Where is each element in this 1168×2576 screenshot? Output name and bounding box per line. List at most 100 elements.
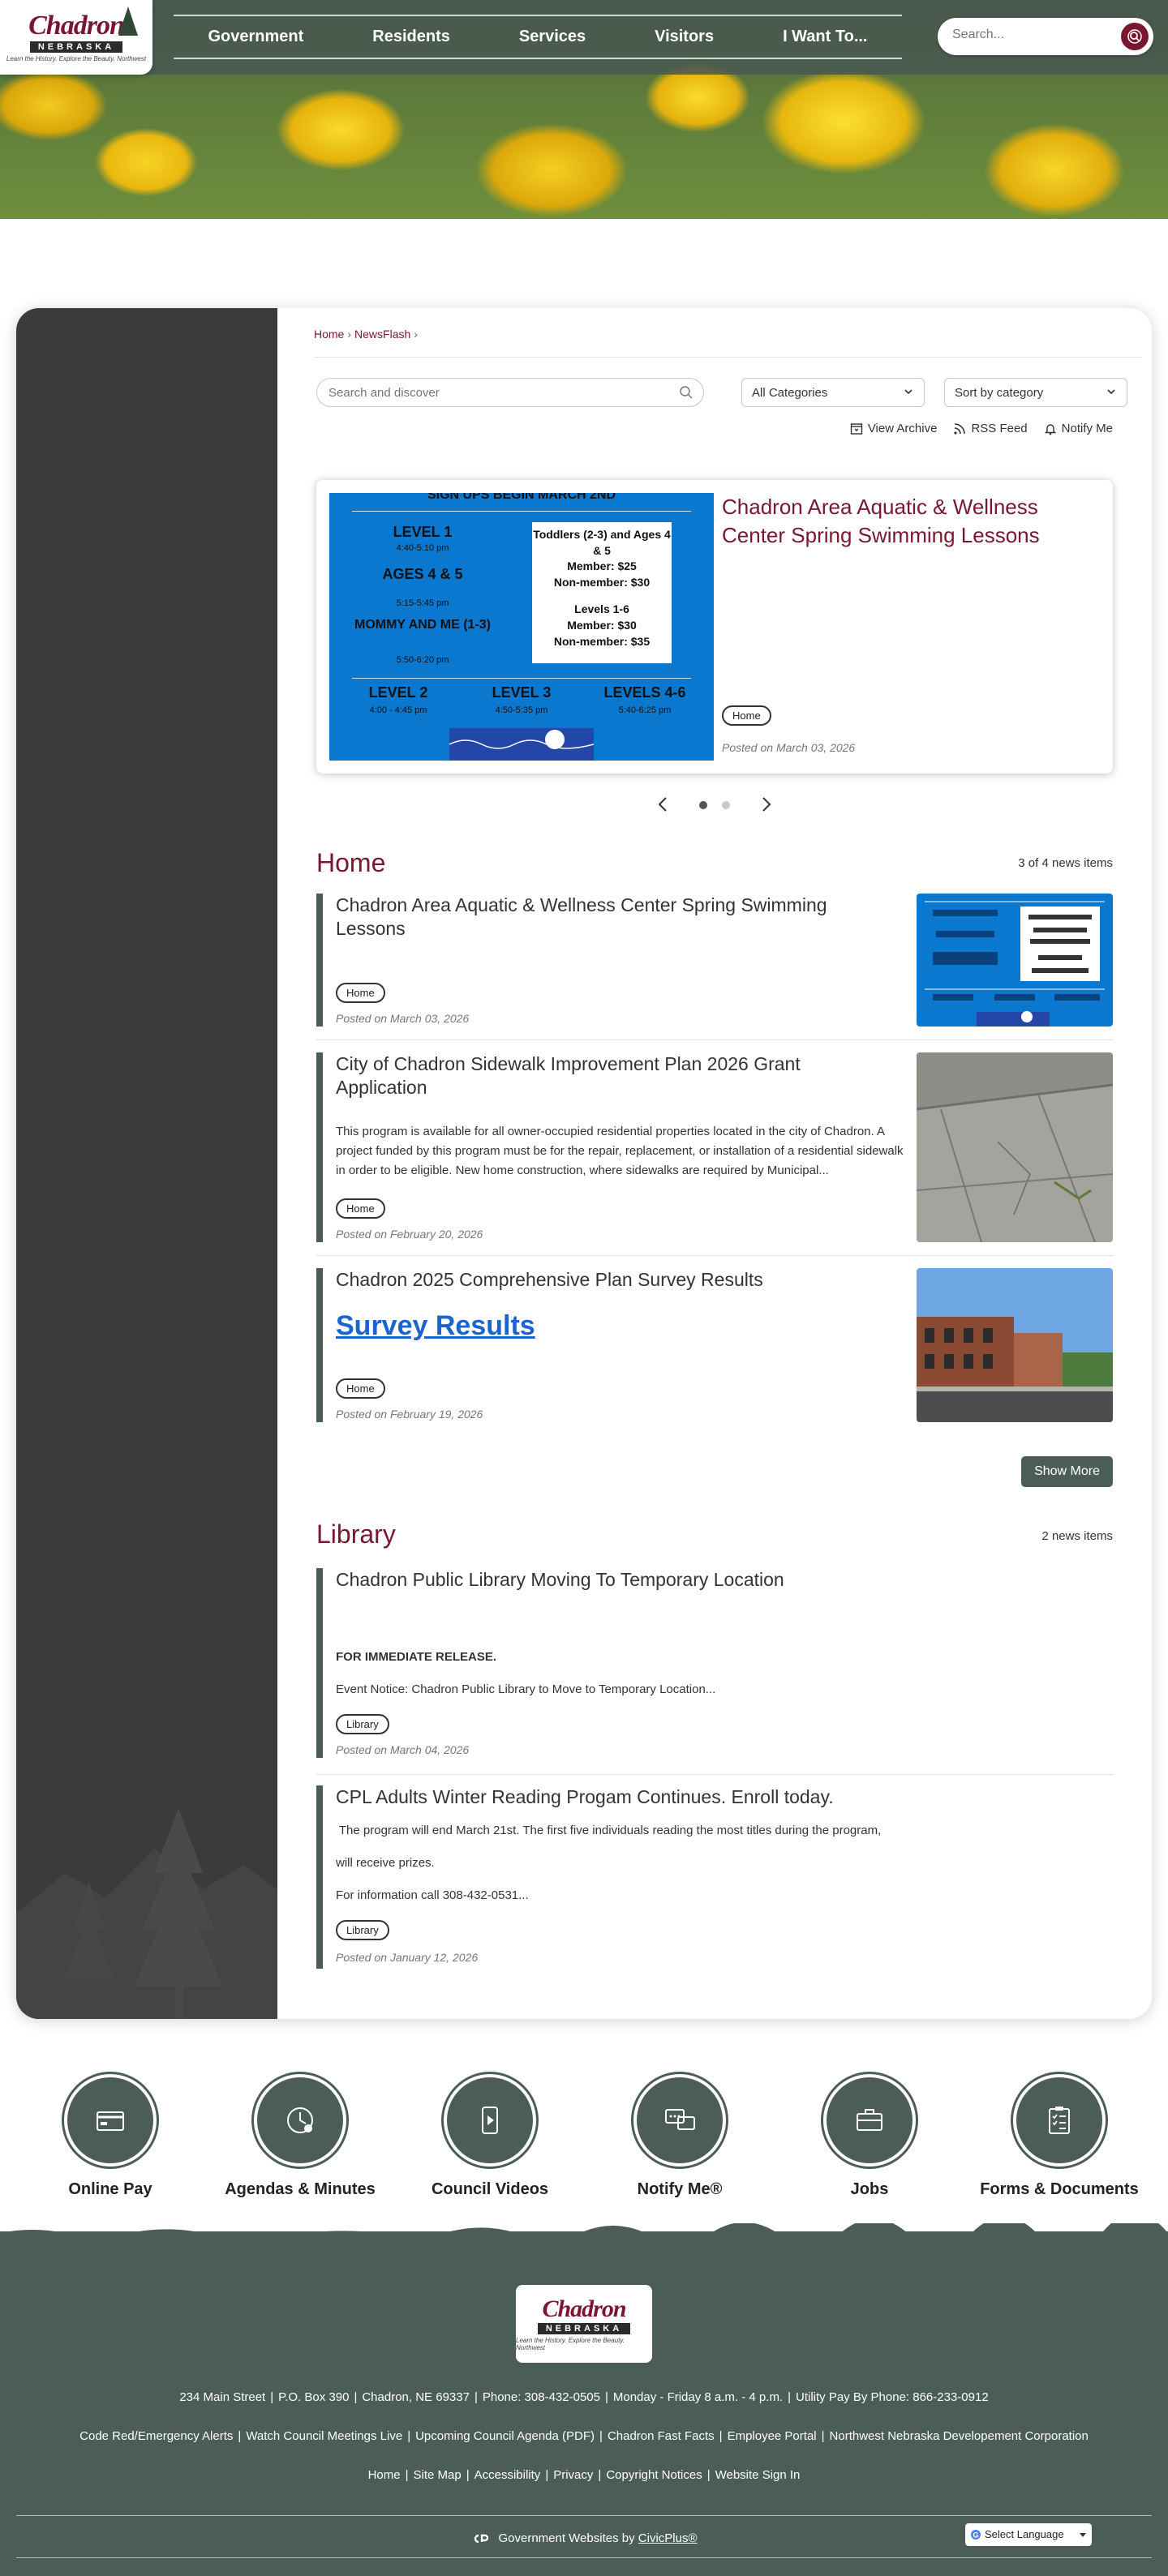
footer-link-code-red[interactable]: Code Red/Emergency Alerts [79, 2429, 233, 2443]
poster-box-a-non: Non-member: $30 [553, 575, 651, 589]
main-nav: Government Residents Services Visitors I… [174, 15, 902, 59]
news-item-title[interactable]: Chadron 2025 Comprehensive Plan Survey R… [336, 1268, 887, 1292]
quick-link-ring [251, 2072, 349, 2169]
rss-feed-link[interactable]: RSS Feed [953, 422, 1028, 435]
swim-lessons-poster-thumb [925, 901, 1105, 1027]
footer-link-nndc[interactable]: Northwest Nebraska Developement Corporat… [830, 2429, 1089, 2443]
news-item-title[interactable]: Chadron Public Library Moving To Tempora… [336, 1568, 1066, 1592]
news-item-line: Event Notice: Chadron Public Library to … [336, 1682, 716, 1696]
poster-headline: SIGN UPS BEGIN MARCH 2ND [427, 493, 616, 502]
poster-ages45: AGES 4 & 5 [382, 566, 463, 582]
nav-government[interactable]: Government [196, 28, 315, 46]
site-logo[interactable]: Chadron NEBRASKA Learn the History. Expl… [0, 0, 152, 75]
poster-divider [352, 678, 691, 679]
news-item-tag-label: Home [336, 1198, 385, 1219]
breadcrumb-newsflash[interactable]: NewsFlash [354, 328, 410, 341]
poster-box-b-member: Member: $30 [567, 618, 637, 632]
news-item-tag[interactable]: Home [336, 1198, 385, 1219]
news-item-tag[interactable]: Library [336, 1920, 389, 1940]
news-item-title[interactable]: CPL Adults Winter Reading Progam Continu… [336, 1785, 1066, 1809]
swim-lessons-poster[interactable]: SIGN UPS BEGIN MARCH 2ND LEVEL 1 4:40-5:… [329, 493, 714, 761]
nav-services[interactable]: Services [508, 28, 597, 46]
sort-select-value: Sort by category [955, 386, 1044, 400]
footer-link-home[interactable]: Home [368, 2468, 401, 2482]
featured-tag[interactable]: Home [722, 705, 771, 726]
chevron-left-icon[interactable] [654, 795, 673, 814]
quick-link-badge [637, 2077, 723, 2163]
chevron-down-icon [1107, 389, 1115, 395]
quick-link-label: Online Pay [68, 2180, 152, 2198]
poster-level46-time: 5:40-6:25 pm [618, 705, 672, 715]
nav-residents[interactable]: Residents [361, 28, 462, 46]
quick-link-badge [827, 2077, 912, 2163]
quick-link-agendas[interactable]: Agendas & Minutes [203, 2072, 397, 2199]
news-item-tag[interactable]: Home [336, 1378, 385, 1399]
slider-dot[interactable] [722, 801, 730, 809]
poster-level3: LEVEL 3 [492, 684, 552, 701]
footer-link-sign-in[interactable]: Website Sign In [715, 2468, 801, 2482]
category-select[interactable]: All Categories [741, 378, 925, 407]
footer-link-council-live[interactable]: Watch Council Meetings Live [246, 2429, 402, 2443]
news-item-divider [316, 1255, 1113, 1256]
quick-link-badge [67, 2077, 153, 2163]
quick-link-council-videos[interactable]: Council Videos [393, 2072, 587, 2199]
footer-divider [16, 2515, 1152, 2516]
sort-select[interactable]: Sort by category [944, 378, 1127, 407]
news-item-title[interactable]: Chadron Area Aquatic & Wellness Center S… [336, 894, 887, 941]
poster-box-b: Levels 1-6 [574, 602, 629, 616]
footer-link-accessibility[interactable]: Accessibility [474, 2468, 541, 2482]
quick-link-online-pay[interactable]: Online Pay [13, 2072, 208, 2199]
clock-icon [287, 2107, 313, 2133]
site-footer: Chadron NEBRASKA Learn the History. Expl… [0, 2223, 1168, 2576]
survey-results-link[interactable]: Survey Results [336, 1310, 535, 1342]
discover-search [316, 378, 704, 407]
quick-link-notify-me[interactable]: Notify Me® [582, 2072, 777, 2199]
news-item-line: will receive prizes. [336, 1856, 435, 1870]
news-item-thumbnail[interactable] [917, 1052, 1113, 1242]
news-item-tag[interactable]: Home [336, 983, 385, 1003]
news-item-title[interactable]: City of Chadron Sidewalk Improvement Pla… [336, 1052, 887, 1099]
news-item-line: FOR IMMEDIATE RELEASE. [336, 1650, 497, 1664]
footer-utility-phone: Utility Pay By Phone: 866-233-0912 [796, 2390, 989, 2404]
footer-link-agenda[interactable]: Upcoming Council Agenda (PDF) [415, 2429, 595, 2443]
video-phone-icon [482, 2107, 498, 2134]
search-icon[interactable] [679, 385, 694, 400]
nav-visitors[interactable]: Visitors [643, 28, 725, 46]
footer-link-site-map[interactable]: Site Map [414, 2468, 462, 2482]
footer-link-privacy[interactable]: Privacy [553, 2468, 593, 2482]
quick-link-forms[interactable]: Forms & Documents [962, 2072, 1157, 2199]
view-archive-link[interactable]: View Archive [850, 422, 937, 435]
footer-logo[interactable]: Chadron NEBRASKA Learn the History. Expl… [516, 2285, 652, 2363]
poster-mommy: MOMMY AND ME (1-3) [354, 618, 491, 632]
chevron-right-icon[interactable] [756, 795, 775, 814]
news-item-thumbnail[interactable] [917, 1268, 1113, 1422]
quick-link-jobs[interactable]: Jobs [772, 2072, 967, 2199]
logo-wordmark: Chadron [28, 11, 125, 41]
poster-divider [352, 511, 691, 512]
news-item-tag[interactable]: Library [336, 1714, 389, 1734]
logo-wordmark: Chadron [542, 2295, 626, 2322]
chevron-down-icon [1080, 2533, 1086, 2537]
search-button[interactable] [1121, 23, 1149, 50]
news-toolbar: View Archive RSS Feed Notify Me [850, 422, 1113, 435]
rss-icon [954, 422, 966, 435]
featured-news-title[interactable]: Chadron Area Aquatic & Wellness Center S… [722, 493, 1095, 549]
discover-input[interactable] [328, 386, 669, 400]
quick-links: Online Pay Agendas & Minutes Council Vid… [0, 2072, 1168, 2210]
show-more-button[interactable]: Show More [1021, 1456, 1113, 1487]
site-search-input[interactable] [952, 28, 1106, 42]
slider-dot-active[interactable] [699, 801, 707, 809]
notify-me-label: Notify Me [1061, 422, 1113, 435]
nav-i-want-to[interactable]: I Want To... [771, 28, 878, 46]
quick-link-badge [1016, 2077, 1102, 2163]
news-item-thumbnail[interactable] [917, 894, 1113, 1027]
language-select[interactable]: G Select Language [965, 2523, 1092, 2546]
rss-feed-label: RSS Feed [971, 422, 1028, 435]
notify-me-link[interactable]: Notify Me [1044, 422, 1113, 435]
google-g-icon: G [971, 2530, 981, 2540]
civicplus-link[interactable]: CivicPlus® [638, 2531, 698, 2545]
footer-link-copyright[interactable]: Copyright Notices [606, 2468, 702, 2482]
footer-link-fast-facts[interactable]: Chadron Fast Facts [608, 2429, 715, 2443]
breadcrumb-home[interactable]: Home [314, 328, 344, 341]
footer-link-employee-portal[interactable]: Employee Portal [728, 2429, 817, 2443]
